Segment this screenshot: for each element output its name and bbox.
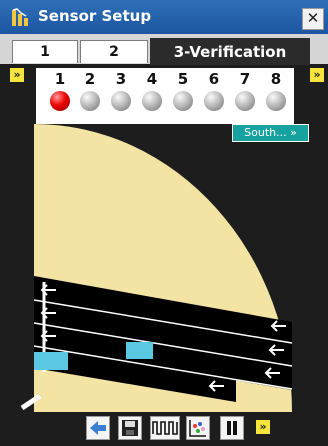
vehicle-marker <box>34 352 68 370</box>
detection-field <box>20 124 293 412</box>
pause-icon[interactable] <box>220 416 244 440</box>
waveform-icon[interactable] <box>150 416 180 440</box>
vehicle-marker <box>126 342 153 359</box>
back-arrow-icon[interactable] <box>86 416 110 440</box>
scatter-plot-icon[interactable] <box>186 416 210 440</box>
more-icon[interactable]: » <box>256 420 270 434</box>
save-icon[interactable] <box>118 416 142 440</box>
direction-button[interactable]: South... » <box>232 124 309 142</box>
